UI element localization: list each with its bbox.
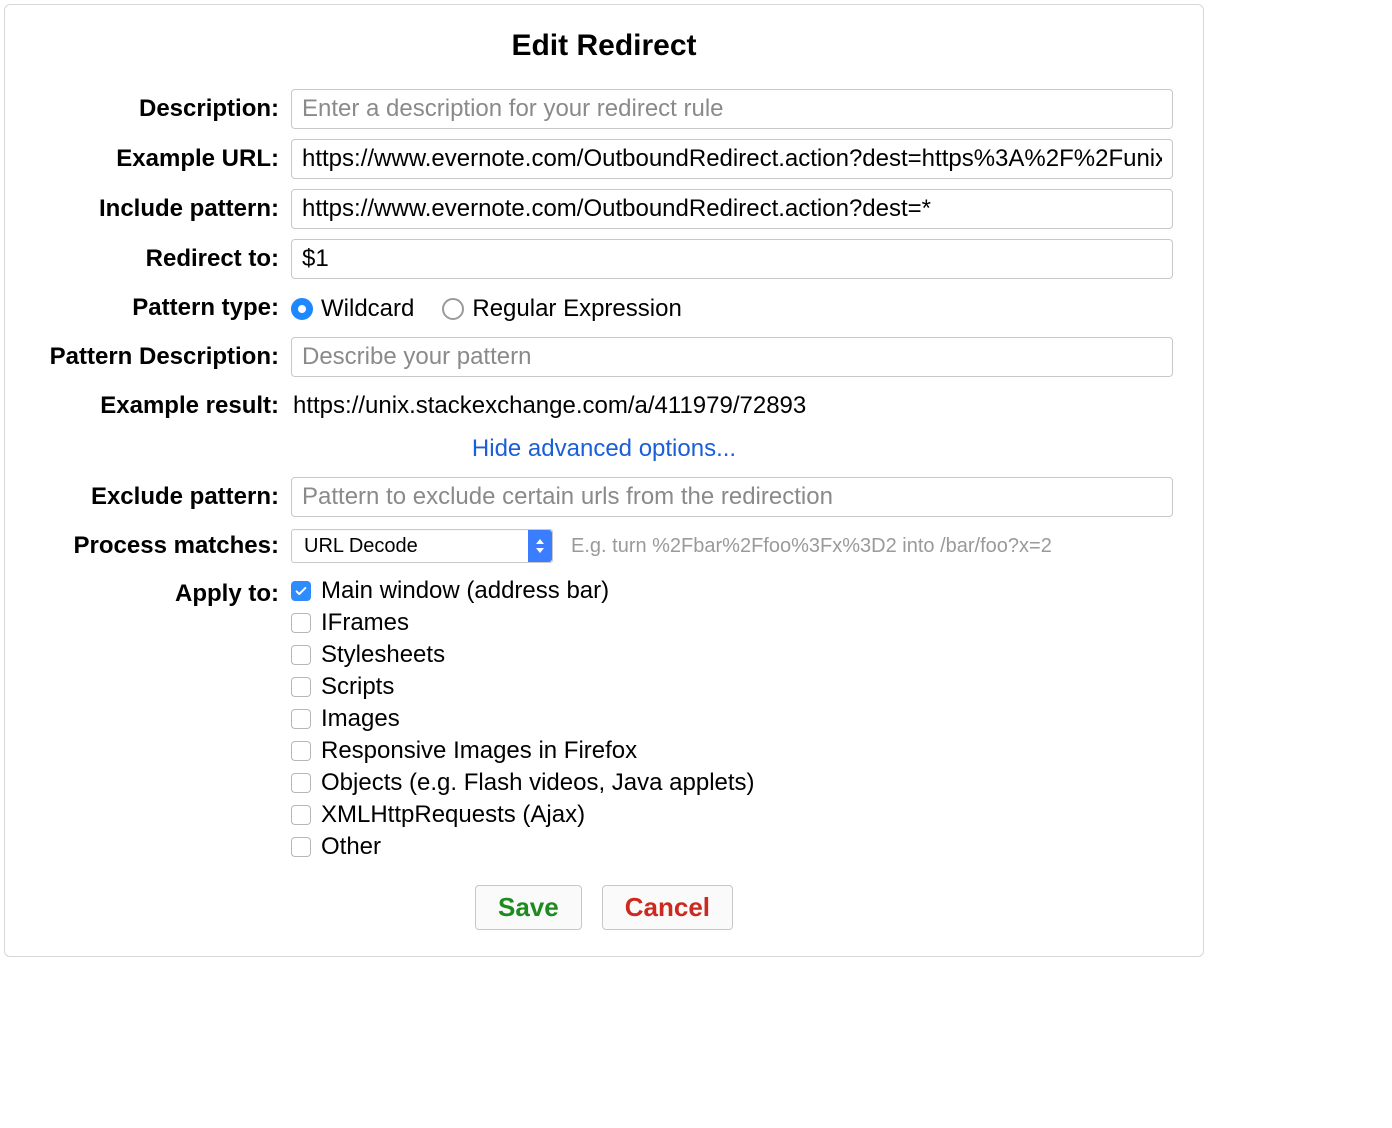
checkbox-icon: [291, 677, 311, 697]
checkbox-label: Stylesheets: [321, 641, 445, 669]
apply-to-checkbox[interactable]: Images: [291, 705, 1173, 733]
apply-to-checkbox[interactable]: Responsive Images in Firefox: [291, 737, 1173, 765]
pattern-description-label: Pattern Description:: [35, 338, 291, 376]
radio-icon: [442, 298, 464, 320]
edit-redirect-panel: Edit Redirect Description: Example URL: …: [4, 4, 1204, 957]
pattern-type-label: Pattern type:: [35, 289, 291, 327]
checkbox-icon: [291, 837, 311, 857]
apply-to-label: Apply to:: [35, 575, 291, 613]
redirect-to-label: Redirect to:: [35, 240, 291, 278]
process-matches-label: Process matches:: [35, 527, 291, 565]
pattern-description-input[interactable]: [291, 337, 1173, 377]
description-input[interactable]: [291, 89, 1173, 129]
redirect-to-input[interactable]: [291, 239, 1173, 279]
save-button[interactable]: Save: [475, 885, 582, 930]
radio-label: Wildcard: [321, 295, 414, 323]
checkbox-icon: [291, 709, 311, 729]
pattern-type-regex-radio[interactable]: Regular Expression: [442, 295, 681, 323]
process-matches-select[interactable]: URL Decode: [291, 529, 553, 563]
checkbox-label: Other: [321, 833, 381, 861]
page-title: Edit Redirect: [35, 29, 1173, 63]
include-pattern-label: Include pattern:: [35, 190, 291, 228]
exclude-pattern-label: Exclude pattern:: [35, 478, 291, 516]
example-result-value: https://unix.stackexchange.com/a/411979/…: [291, 387, 1173, 425]
apply-to-checkbox[interactable]: Main window (address bar): [291, 577, 1173, 605]
apply-to-checkbox[interactable]: Other: [291, 833, 1173, 861]
checkbox-icon: [291, 741, 311, 761]
checkbox-label: IFrames: [321, 609, 409, 637]
checkbox-icon: [291, 581, 311, 601]
apply-to-checkbox[interactable]: Scripts: [291, 673, 1173, 701]
apply-to-checkbox[interactable]: IFrames: [291, 609, 1173, 637]
radio-icon: [291, 298, 313, 320]
cancel-button[interactable]: Cancel: [602, 885, 733, 930]
checkbox-icon: [291, 613, 311, 633]
checkbox-label: XMLHttpRequests (Ajax): [321, 801, 585, 829]
checkbox-label: Images: [321, 705, 400, 733]
pattern-type-wildcard-radio[interactable]: Wildcard: [291, 295, 414, 323]
process-matches-hint: E.g. turn %2Fbar%2Ffoo%3Fx%3D2 into /bar…: [571, 535, 1052, 558]
pattern-type-group: Wildcard Regular Expression: [291, 293, 1173, 323]
checkbox-label: Scripts: [321, 673, 394, 701]
toggle-advanced-link[interactable]: Hide advanced options...: [35, 435, 1173, 463]
apply-to-checkbox[interactable]: Objects (e.g. Flash videos, Java applets…: [291, 769, 1173, 797]
example-result-label: Example result:: [35, 387, 291, 425]
exclude-pattern-input[interactable]: [291, 477, 1173, 517]
checkbox-label: Responsive Images in Firefox: [321, 737, 637, 765]
checkbox-label: Objects (e.g. Flash videos, Java applets…: [321, 769, 755, 797]
apply-to-checkbox[interactable]: Stylesheets: [291, 641, 1173, 669]
checkbox-icon: [291, 805, 311, 825]
example-url-label: Example URL:: [35, 140, 291, 178]
example-url-input[interactable]: [291, 139, 1173, 179]
checkbox-icon: [291, 773, 311, 793]
button-row: Save Cancel: [35, 885, 1173, 930]
description-label: Description:: [35, 90, 291, 128]
apply-to-checkbox[interactable]: XMLHttpRequests (Ajax): [291, 801, 1173, 829]
apply-to-list: Main window (address bar) IFrames Styleshe…: [291, 575, 1173, 861]
radio-label: Regular Expression: [472, 295, 681, 323]
checkbox-label: Main window (address bar): [321, 577, 609, 605]
chevron-updown-icon: [528, 530, 552, 562]
include-pattern-input[interactable]: [291, 189, 1173, 229]
checkbox-icon: [291, 645, 311, 665]
select-value: URL Decode: [292, 535, 430, 558]
